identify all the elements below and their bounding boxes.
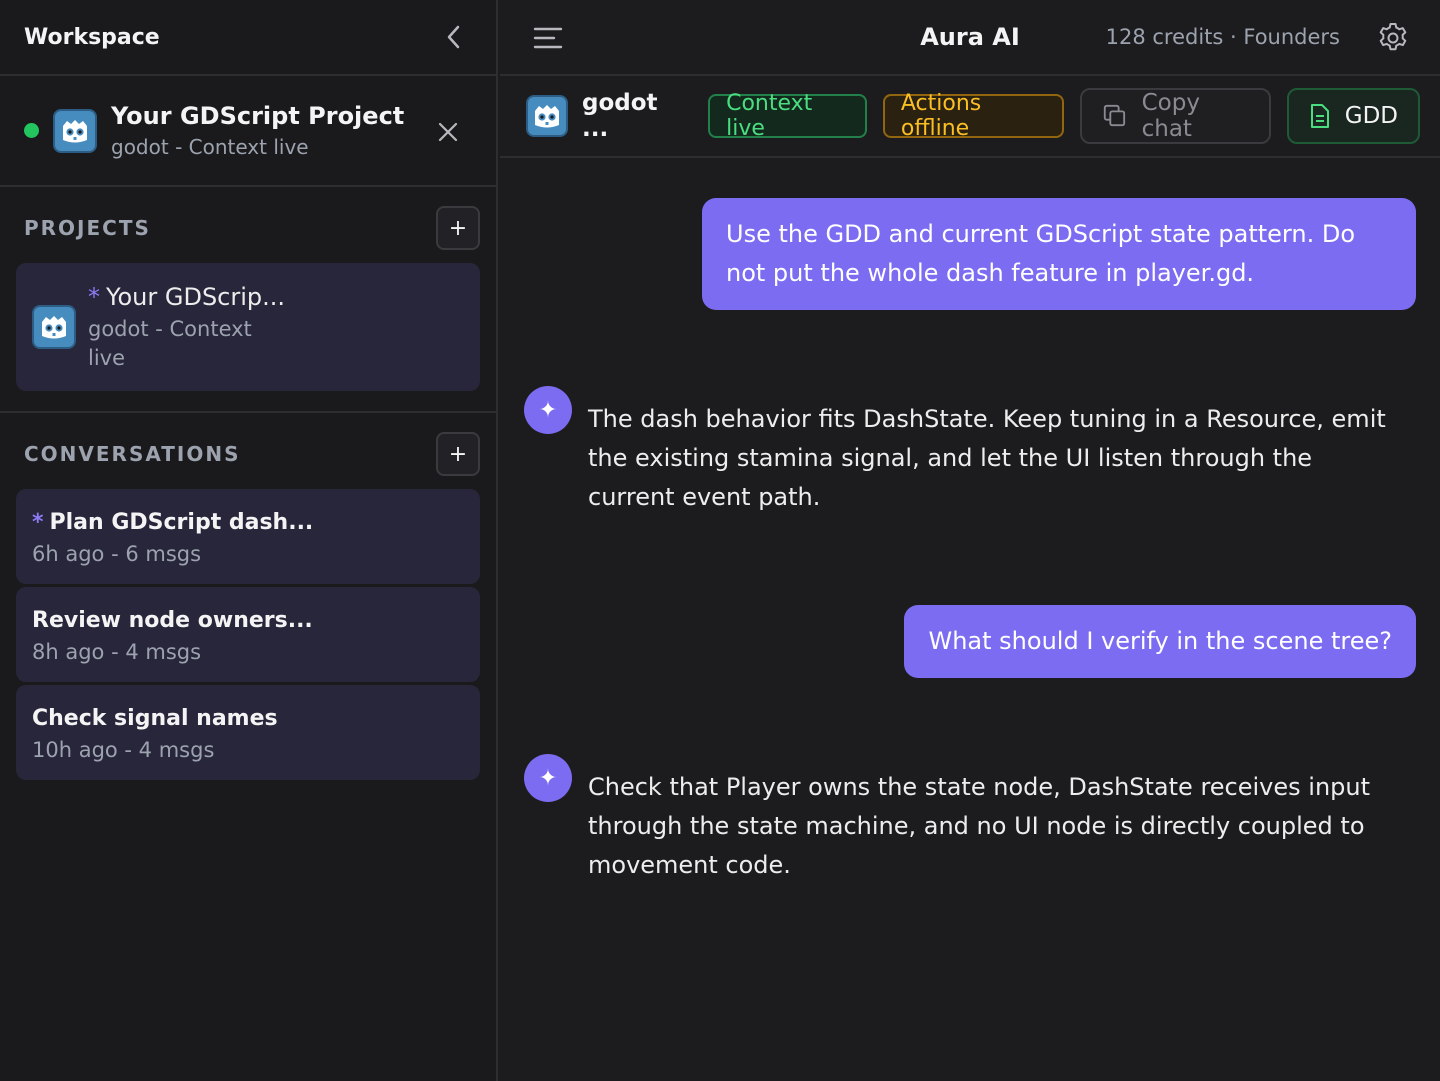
sidebar-title: Workspace (24, 24, 160, 50)
conversations-section-header: CONVERSATIONS + (0, 419, 496, 489)
assistant-message: ✦ Check that Player owns the state node,… (524, 754, 1404, 885)
sidebar: Workspace Your GDScript Project godot - … (0, 0, 498, 1081)
active-star: * (88, 283, 100, 311)
project-card[interactable]: * Your GDScrip... godot - Context live (16, 263, 480, 391)
close-icon (438, 122, 458, 142)
context-live-badge: Context live (708, 91, 867, 141)
projects-heading: PROJECTS (24, 216, 151, 240)
conversation-meta: 6h ago - 6 msgs (32, 542, 202, 566)
conversation-title-text: Plan GDScript dash... (49, 510, 314, 535)
conversation-title: * Plan GDScript dash... (32, 507, 464, 539)
assistant-message-text: The dash behavior fits DashState. Keep t… (588, 405, 1386, 511)
chat-main: Aura AI 128 credits · Founders godot ...… (500, 0, 1440, 1081)
actions-offline-badge: Actions offline (882, 91, 1064, 141)
copy-chat-button[interactable]: Copy chat (1079, 88, 1271, 144)
conversation-meta: 8h ago - 4 msgs (32, 640, 202, 664)
project-title-text: Your GDScrip... (106, 283, 286, 311)
active-project: Your GDScript Project godot - Context li… (0, 76, 496, 187)
sidebar-header: Workspace (0, 0, 496, 76)
copy-icon (1103, 104, 1125, 127)
topbar: Aura AI 128 credits · Founders (500, 0, 1440, 76)
active-project-subtitle: godot - Context live (111, 134, 309, 159)
settings-button[interactable] (1376, 21, 1410, 55)
chat-toolbar: godot ... Context live Actions offline C… (500, 76, 1440, 158)
conversations-heading: CONVERSATIONS (24, 442, 241, 466)
credits-label: 128 credits · Founders (1105, 25, 1340, 49)
gdd-label: GDD (1344, 103, 1398, 129)
gear-icon (1379, 23, 1407, 51)
active-star: * (32, 510, 44, 535)
active-project-title: Your GDScript Project (111, 101, 405, 130)
copy-chat-label: Copy chat (1141, 90, 1200, 142)
conversation-list: * Plan GDScript dash... 6h ago - 6 msgs R… (0, 489, 496, 780)
conversation-item[interactable]: Review node owners... 8h ago - 4 msgs (16, 587, 480, 682)
add-project-button[interactable]: + (436, 206, 480, 250)
assistant-message: ✦ The dash behavior fits DashState. Keep… (524, 386, 1404, 517)
projects-section-header: PROJECTS + (0, 193, 496, 263)
toolbar-project-name: godot ... (582, 90, 658, 142)
collapse-sidebar-button[interactable] (436, 19, 472, 55)
project-subtitle: godot - Context live (88, 317, 252, 370)
user-message: What should I verify in the scene tree? (904, 605, 1416, 678)
sparkle-icon: ✦ (524, 386, 572, 434)
assistant-message-text: Check that Player owns the state node, D… (588, 773, 1371, 879)
status-dot (24, 123, 39, 138)
godot-icon (53, 108, 97, 153)
document-icon (1310, 104, 1329, 128)
godot-icon (526, 95, 568, 137)
chevron-left-icon (447, 25, 460, 49)
add-conversation-button[interactable]: + (436, 432, 480, 476)
gdd-button[interactable]: GDD (1286, 88, 1420, 144)
sparkle-icon: ✦ (524, 754, 572, 802)
user-message: Use the GDD and current GDScript state p… (702, 198, 1416, 310)
conversation-title: Check signal names (32, 706, 278, 731)
conversation-item[interactable]: * Plan GDScript dash... 6h ago - 6 msgs (16, 489, 480, 584)
conversation-item[interactable]: Check signal names 10h ago - 4 msgs (16, 685, 480, 780)
close-project-button[interactable] (434, 118, 462, 146)
project-title: * Your GDScrip... (88, 281, 285, 313)
conversation-meta: 10h ago - 4 msgs (32, 738, 215, 762)
sidebar-divider (0, 411, 496, 413)
conversation-title: Review node owners... (32, 608, 313, 633)
godot-icon (32, 305, 76, 349)
